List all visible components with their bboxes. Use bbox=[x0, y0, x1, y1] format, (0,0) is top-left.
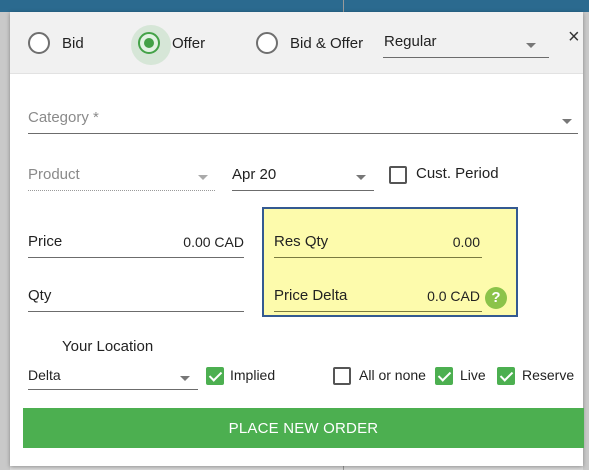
radio-offer-label: Offer bbox=[172, 34, 206, 52]
cust-period-checkbox[interactable] bbox=[389, 166, 407, 184]
radio-focus-halo bbox=[131, 25, 171, 65]
dialog-header: Bid Offer Bid & Offer Regular × bbox=[10, 12, 583, 74]
reserve-label: Reserve bbox=[522, 367, 575, 383]
radio-offer[interactable] bbox=[131, 25, 171, 65]
all-or-none-checkbox[interactable] bbox=[333, 367, 351, 385]
qty-input[interactable] bbox=[28, 284, 244, 312]
qty-label: Qty bbox=[28, 287, 52, 304]
product-label: Product bbox=[28, 166, 80, 183]
price-delta-value: 0.0 CAD bbox=[427, 288, 480, 304]
background-window-bar bbox=[0, 0, 589, 12]
place-new-order-button[interactable]: PLACE NEW ORDER bbox=[23, 408, 584, 448]
radio-option-offer[interactable]: Offer bbox=[131, 25, 206, 65]
price-label: Price bbox=[28, 233, 63, 250]
res-qty-label: Res Qty bbox=[274, 233, 329, 250]
chevron-down-icon bbox=[562, 119, 572, 124]
chevron-down-icon bbox=[526, 43, 536, 48]
radio-bid-offer[interactable] bbox=[256, 32, 278, 54]
price-delta-label: Price Delta bbox=[274, 287, 348, 304]
all-or-none-label: All or none bbox=[359, 367, 426, 383]
cust-period-label: Cust. Period bbox=[416, 165, 499, 182]
implied-checkbox[interactable] bbox=[206, 367, 224, 385]
radio-bid-offer-label: Bid & Offer bbox=[290, 34, 364, 52]
close-icon[interactable]: × bbox=[568, 26, 580, 49]
category-label: Category * bbox=[28, 109, 99, 126]
res-qty-value: 0.00 bbox=[452, 234, 480, 250]
category-select[interactable] bbox=[28, 106, 578, 134]
help-icon[interactable]: ? bbox=[485, 287, 507, 309]
location-value: Delta bbox=[28, 367, 61, 383]
chevron-down-icon bbox=[356, 175, 366, 180]
background-left-edge bbox=[0, 12, 10, 470]
chevron-down-icon bbox=[180, 376, 190, 381]
your-location-caption: Your Location bbox=[62, 338, 154, 355]
live-checkbox[interactable] bbox=[435, 367, 453, 385]
implied-label: Implied bbox=[230, 367, 276, 383]
chevron-down-icon bbox=[198, 175, 208, 180]
radio-bid[interactable] bbox=[28, 32, 50, 54]
radio-bid-label: Bid bbox=[62, 34, 84, 52]
order-type-value: Regular bbox=[384, 33, 437, 50]
new-order-dialog: Bid Offer Bid & Offer Regular × Category… bbox=[10, 12, 584, 466]
radio-option-bid[interactable]: Bid bbox=[28, 32, 84, 54]
price-value: 0.00 CAD bbox=[183, 234, 244, 250]
background-right-edge bbox=[583, 12, 589, 470]
radio-option-bid-offer[interactable]: Bid & Offer bbox=[256, 32, 363, 54]
live-label: Live bbox=[460, 367, 486, 383]
reserve-checkbox[interactable] bbox=[497, 367, 515, 385]
period-value: Apr 20 bbox=[232, 166, 277, 183]
